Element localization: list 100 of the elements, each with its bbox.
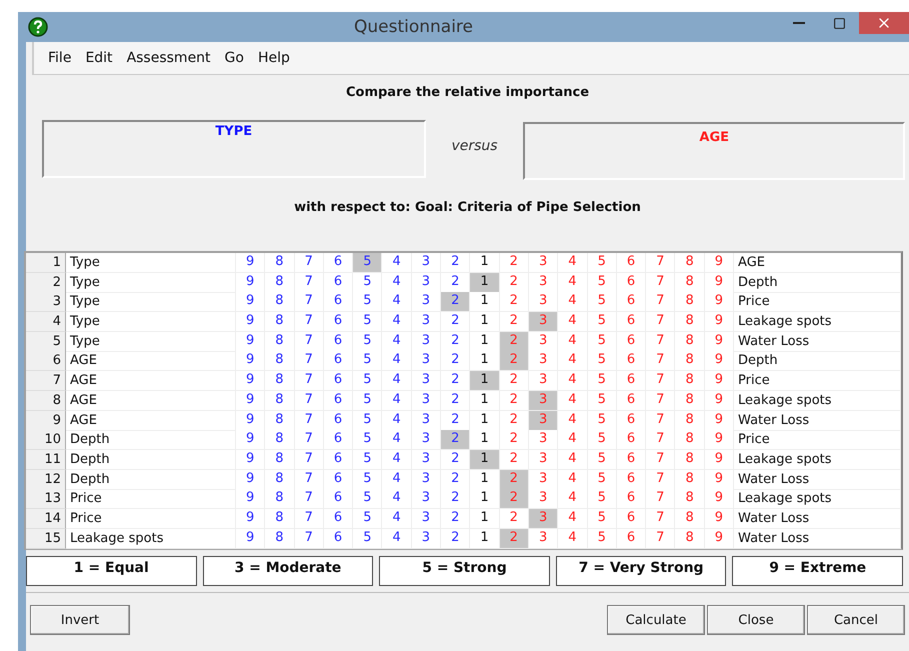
scale-cell[interactable]: 9 — [236, 508, 266, 529]
scale-cell[interactable]: 6 — [324, 292, 354, 312]
scale-cell[interactable]: 9 — [704, 528, 734, 549]
scale-cell[interactable]: 5 — [353, 351, 382, 372]
scale-cell[interactable]: 3 — [528, 253, 558, 273]
scale-cell[interactable]: 7 — [646, 390, 676, 411]
scale-cell[interactable]: 6 — [324, 312, 354, 332]
scale-cell[interactable]: 6 — [616, 253, 646, 273]
scale-cell[interactable]: 1 — [470, 351, 500, 372]
scale-cell[interactable]: 8 — [675, 489, 705, 510]
scale-cell[interactable]: 4 — [558, 450, 588, 470]
scale-cell[interactable]: 5 — [353, 489, 382, 510]
scale-cell[interactable]: 1 — [470, 272, 500, 293]
scale-cell[interactable]: 7 — [294, 253, 324, 273]
scale-cell[interactable]: 4 — [558, 351, 588, 372]
scale-cell[interactable]: 3 — [528, 292, 558, 312]
menu-item[interactable]: File — [48, 50, 72, 66]
menu-item[interactable]: Edit — [85, 50, 113, 66]
scale-cell[interactable]: 2 — [500, 410, 529, 430]
scale-cell[interactable]: 9 — [704, 390, 734, 411]
scale-cell[interactable]: 3 — [528, 351, 558, 372]
scale-cell[interactable]: 9 — [704, 508, 734, 529]
scale-cell[interactable]: 3 — [412, 390, 442, 411]
scale-cell[interactable]: 7 — [646, 508, 676, 529]
scale-cell[interactable]: 5 — [588, 312, 617, 332]
scale-cell[interactable]: 7 — [294, 390, 324, 411]
scale-cell[interactable]: 9 — [704, 430, 734, 450]
scale-cell[interactable]: 4 — [558, 430, 588, 450]
scale-cell[interactable]: 3 — [412, 528, 442, 549]
scale-cell[interactable]: 7 — [294, 292, 324, 312]
scale-cell[interactable]: 5 — [353, 450, 382, 470]
dialog-button[interactable]: Calculate — [607, 605, 705, 636]
scale-cell[interactable]: 8 — [265, 371, 295, 392]
scale-cell[interactable]: 7 — [294, 528, 324, 549]
scale-cell[interactable]: 9 — [236, 450, 266, 470]
scale-cell[interactable]: 5 — [588, 272, 617, 293]
scale-cell[interactable]: 2 — [441, 430, 470, 450]
scale-cell[interactable]: 2 — [500, 253, 529, 273]
scale-cell[interactable]: 6 — [324, 528, 354, 549]
scale-cell[interactable]: 6 — [616, 450, 646, 470]
scale-cell[interactable]: 3 — [528, 528, 558, 549]
scale-cell[interactable]: 4 — [382, 371, 412, 392]
scale-cell[interactable]: 3 — [528, 489, 558, 510]
scale-cell[interactable]: 6 — [616, 371, 646, 392]
scale-cell[interactable]: 2 — [500, 272, 529, 293]
scale-cell[interactable]: 3 — [412, 489, 442, 510]
scale-cell[interactable]: 8 — [675, 450, 705, 470]
scale-cell[interactable]: 8 — [265, 489, 295, 510]
scale-cell[interactable]: 4 — [558, 371, 588, 392]
scale-cell[interactable]: 1 — [470, 253, 500, 273]
scale-cell[interactable]: 6 — [616, 528, 646, 549]
scale-cell[interactable]: 2 — [500, 390, 529, 411]
scale-cell[interactable]: 6 — [324, 390, 354, 411]
scale-cell[interactable]: 8 — [675, 390, 705, 411]
scale-cell[interactable]: 8 — [265, 450, 295, 470]
scale-cell[interactable]: 5 — [588, 508, 617, 529]
scale-cell[interactable]: 7 — [294, 332, 324, 352]
scale-cell[interactable]: 9 — [704, 253, 734, 273]
scale-cell[interactable]: 3 — [412, 312, 442, 332]
scale-cell[interactable]: 8 — [265, 430, 295, 450]
scale-cell[interactable]: 7 — [294, 351, 324, 372]
scale-cell[interactable]: 3 — [412, 508, 442, 529]
scale-cell[interactable]: 9 — [236, 292, 266, 312]
scale-cell[interactable]: 7 — [294, 272, 324, 293]
scale-cell[interactable]: 5 — [588, 410, 617, 430]
scale-cell[interactable]: 7 — [294, 450, 324, 470]
scale-cell[interactable]: 8 — [675, 312, 705, 332]
scale-cell[interactable]: 1 — [470, 312, 500, 332]
scale-cell[interactable]: 7 — [646, 371, 676, 392]
scale-cell[interactable]: 7 — [646, 312, 676, 332]
scale-cell[interactable]: 8 — [265, 390, 295, 411]
scale-cell[interactable]: 9 — [236, 430, 266, 450]
scale-cell[interactable]: 5 — [588, 390, 617, 411]
scale-cell[interactable]: 4 — [558, 489, 588, 510]
scale-cell[interactable]: 2 — [500, 450, 529, 470]
close-button[interactable] — [859, 12, 909, 34]
scale-cell[interactable]: 8 — [675, 253, 705, 273]
scale-cell[interactable]: 5 — [353, 430, 382, 450]
scale-cell[interactable]: 9 — [236, 312, 266, 332]
scale-cell[interactable]: 3 — [412, 371, 442, 392]
scale-cell[interactable]: 5 — [588, 430, 617, 450]
scale-cell[interactable]: 6 — [324, 430, 354, 450]
scale-cell[interactable]: 2 — [441, 508, 470, 529]
scale-cell[interactable]: 9 — [236, 371, 266, 392]
scale-cell[interactable]: 6 — [324, 489, 354, 510]
scale-cell[interactable]: 4 — [558, 292, 588, 312]
scale-cell[interactable]: 2 — [441, 253, 470, 273]
scale-cell[interactable]: 6 — [324, 351, 354, 372]
scale-cell[interactable]: 4 — [382, 450, 412, 470]
scale-cell[interactable]: 9 — [704, 489, 734, 510]
scale-cell[interactable]: 3 — [412, 292, 442, 312]
scale-cell[interactable]: 9 — [704, 312, 734, 332]
scale-cell[interactable]: 7 — [646, 351, 676, 372]
scale-cell[interactable]: 7 — [646, 292, 676, 312]
scale-cell[interactable]: 5 — [353, 292, 382, 312]
scale-cell[interactable]: 4 — [382, 430, 412, 450]
scale-cell[interactable]: 5 — [588, 351, 617, 372]
scale-cell[interactable]: 2 — [500, 508, 529, 529]
scale-cell[interactable]: 4 — [558, 390, 588, 411]
scale-cell[interactable]: 7 — [646, 489, 676, 510]
